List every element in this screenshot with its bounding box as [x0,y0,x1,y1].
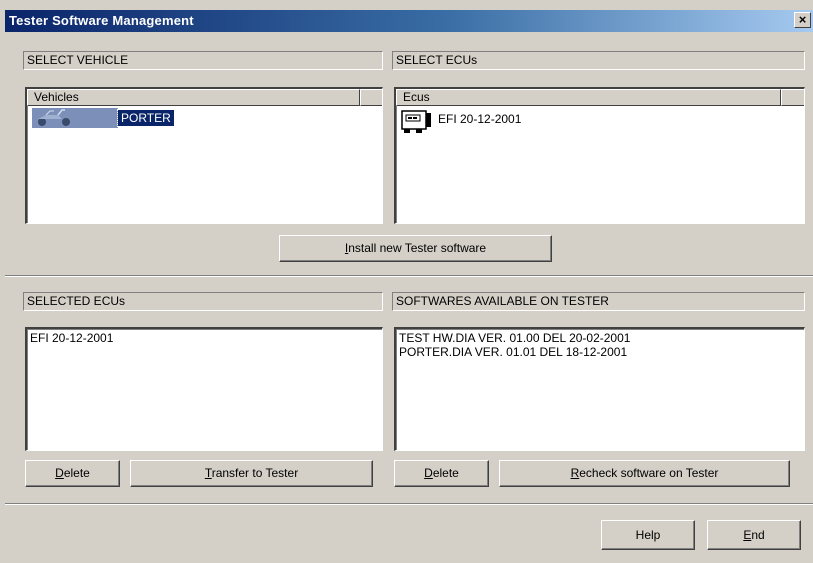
vehicles-column-filler[interactable] [360,89,382,106]
selected-ecus-list[interactable]: EFI 20-12-2001 [25,327,383,451]
vehicle-item-label: PORTER [117,109,175,127]
recheck-software-button[interactable]: Recheck software on Tester [499,460,790,487]
vehicles-header: Vehicles [27,89,382,106]
close-button[interactable]: × [794,12,811,28]
ecu-item[interactable]: EFI 20-12-2001 [400,109,521,135]
recheck-label: echeck software on Tester [579,466,719,480]
transfer-mnemonic: T [204,466,212,480]
delete-right-label: elete [432,466,459,480]
vehicles-listview[interactable]: Vehicles PORTER [25,87,383,224]
selected-ecu-item[interactable]: EFI 20-12-2001 [30,331,113,345]
softwares-available-label: SOFTWARES AVAILABLE ON TESTER [392,292,805,311]
software-item[interactable]: TEST HW.DIA VER. 01.00 DEL 20-02-2001 [399,331,630,345]
delete-selected-ecu-button[interactable]: Delete [25,460,120,487]
dialog-body: SELECT VEHICLE SELECT ECUs Vehicles PORT… [5,32,813,563]
transfer-label: ransfer to Tester [211,466,299,480]
help-button[interactable]: Help [601,520,695,550]
vehicle-item-porter[interactable]: PORTER [32,108,175,128]
vehicles-column-header[interactable]: Vehicles [27,89,360,106]
install-label: nstall new Tester software [348,241,487,255]
recheck-mnemonic: R [570,466,580,480]
selected-ecus-label: SELECTED ECUs [23,292,383,311]
scooter-icon [32,108,118,128]
title-bar[interactable]: Tester Software Management × [5,10,813,32]
separator-bottom-highlight [5,504,813,505]
transfer-to-tester-button[interactable]: Transfer to Tester [130,460,373,487]
window-title: Tester Software Management [9,13,194,28]
install-new-tester-software-button[interactable]: Install new Tester software [279,235,552,262]
end-label: nd [751,528,765,542]
select-vehicle-label: SELECT VEHICLE [23,51,383,70]
select-ecus-label: SELECT ECUs [392,51,805,70]
delete-software-button[interactable]: Delete [394,460,489,487]
ecus-column-header[interactable]: Ecus [396,89,781,106]
tester-software-management-window: Tester Software Management × SELECT VEHI… [0,0,813,563]
ecus-listview[interactable]: Ecus EFI 20-12-2001 [394,87,805,224]
separator-top-highlight [5,276,813,277]
delete-left-mnemonic: D [55,466,64,480]
end-button[interactable]: End [707,520,801,550]
software-item[interactable]: PORTER.DIA VER. 01.01 DEL 18-12-2001 [399,345,627,359]
ecus-header: Ecus [396,89,804,106]
softwares-available-list[interactable]: TEST HW.DIA VER. 01.00 DEL 20-02-2001 PO… [394,327,805,451]
ecus-column-filler[interactable] [781,89,804,106]
delete-right-mnemonic: D [424,466,433,480]
ecu-icon [400,109,434,135]
delete-left-label: elete [63,466,90,480]
ecu-item-label: EFI 20-12-2001 [438,112,522,126]
